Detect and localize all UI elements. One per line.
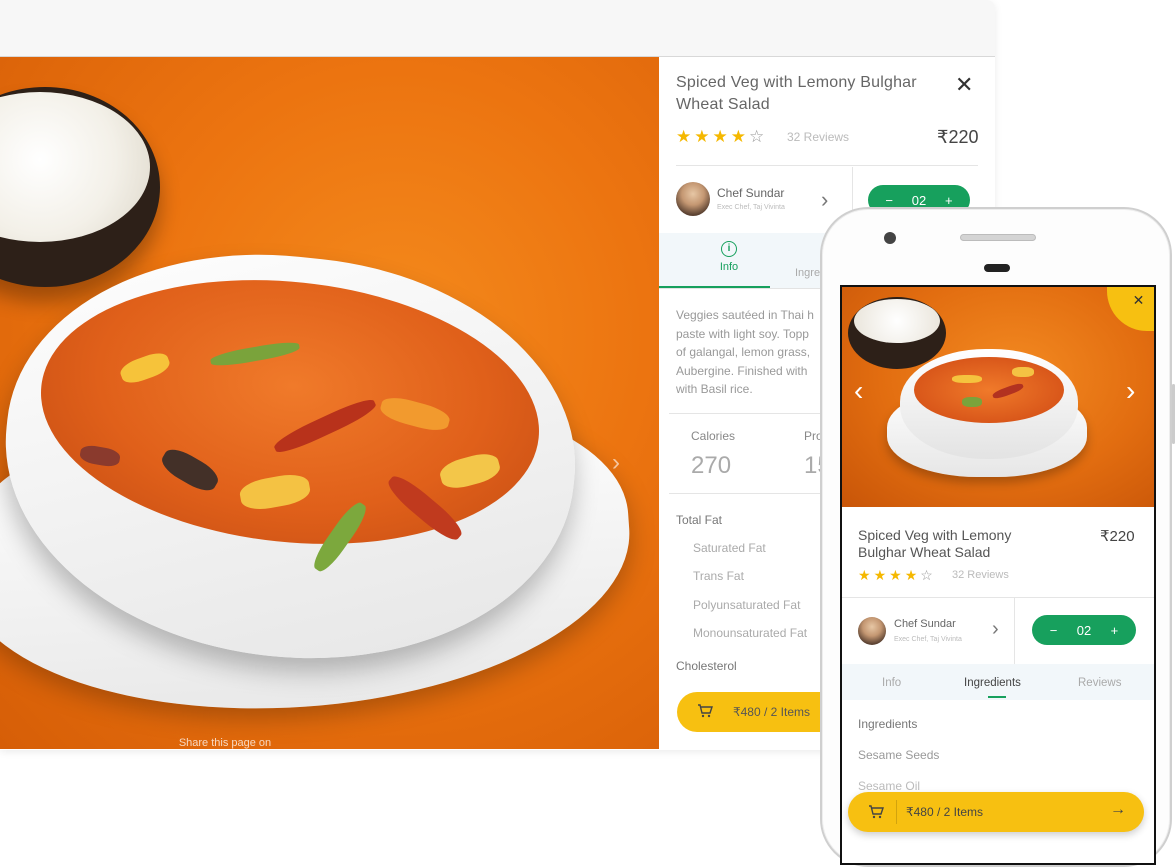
next-image-arrow[interactable]: › bbox=[612, 449, 620, 477]
cart-button[interactable]: ₹480 / 2 Items → bbox=[848, 792, 1144, 832]
ingredients-heading: Ingredients bbox=[858, 717, 918, 731]
phone-device: ✕ ‹ › Spiced Veg with Lemony Bulghar Whe… bbox=[820, 207, 1175, 867]
chef-avatar bbox=[858, 617, 886, 645]
browser-topbar bbox=[0, 0, 995, 57]
cart-summary: ₹480 / 2 Items bbox=[733, 705, 811, 719]
quantity-stepper[interactable]: − 02 + bbox=[1032, 615, 1136, 645]
star-icon: ★ bbox=[676, 127, 695, 146]
cart-summary: ₹480 / 2 Items bbox=[906, 805, 984, 819]
nutrition-trans-fat: Trans Fat bbox=[693, 569, 744, 583]
next-image-arrow[interactable]: › bbox=[1126, 375, 1135, 407]
divider bbox=[676, 165, 978, 166]
nutrition-polyunsaturated-fat: Polyunsaturated Fat bbox=[693, 598, 801, 612]
tab-info[interactable]: Info bbox=[882, 677, 901, 689]
plus-button[interactable]: + bbox=[945, 193, 953, 208]
star-icon: ★ bbox=[904, 567, 921, 583]
reviews-link[interactable]: 32 Reviews bbox=[787, 130, 849, 144]
close-icon[interactable]: ✕ bbox=[955, 72, 973, 98]
tab-info[interactable]: i Info bbox=[704, 241, 754, 273]
nutrition-cholesterol: Cholesterol bbox=[676, 659, 737, 673]
cart-icon bbox=[697, 703, 713, 721]
chevron-right-icon[interactable]: › bbox=[821, 187, 828, 213]
star-icon: ★ bbox=[858, 567, 874, 583]
chef-subtitle: Exec Chef, Taj Vivinta bbox=[717, 204, 785, 211]
divider bbox=[842, 597, 1154, 598]
share-label: Share this page on bbox=[178, 737, 272, 749]
veg-image bbox=[952, 375, 982, 383]
active-tab-indicator bbox=[988, 696, 1006, 698]
dish-title: Spiced Veg with Lemony Bulghar Wheat Sal… bbox=[676, 74, 917, 113]
dish-price: ₹220 bbox=[937, 127, 979, 147]
tab-info-label: Info bbox=[719, 261, 739, 273]
close-icon[interactable]: ✕ bbox=[1107, 287, 1154, 331]
ingredient-item: Sesame Seeds bbox=[858, 748, 940, 762]
nutrition-monounsaturated-fat: Monounsaturated Fat bbox=[693, 626, 808, 640]
dish-title: Spiced Veg with Lemony Bulghar Wheat Sal… bbox=[858, 527, 1012, 560]
reviews-link[interactable]: 32 Reviews bbox=[952, 569, 1009, 581]
star-empty-icon: ☆ bbox=[749, 127, 768, 146]
minus-button[interactable]: − bbox=[1050, 623, 1058, 638]
star-empty-icon: ☆ bbox=[920, 567, 936, 583]
side-button bbox=[1172, 384, 1175, 444]
prev-image-arrow[interactable]: ‹ bbox=[854, 375, 863, 407]
rice-image bbox=[854, 299, 940, 343]
cart-icon bbox=[868, 805, 884, 824]
tab-ingredients[interactable]: Ingre bbox=[795, 267, 820, 279]
veg-image bbox=[1012, 367, 1034, 377]
camera-icon bbox=[884, 232, 896, 244]
rating-stars: ★★★★☆ bbox=[858, 567, 936, 584]
info-icon: i bbox=[721, 241, 737, 257]
nutrition-saturated-fat: Saturated Fat bbox=[693, 541, 766, 555]
rating-stars: ★★★★☆ bbox=[676, 127, 767, 147]
veg-image bbox=[962, 397, 982, 407]
quantity-value: 02 bbox=[1076, 622, 1092, 638]
star-icon: ★ bbox=[873, 567, 890, 583]
phone-screen: ✕ ‹ › Spiced Veg with Lemony Bulghar Whe… bbox=[840, 285, 1156, 865]
nutrition-total-fat: Total Fat bbox=[676, 513, 723, 527]
chevron-right-icon[interactable]: › bbox=[992, 618, 999, 641]
chef-avatar bbox=[676, 182, 710, 216]
star-icon: ★ bbox=[889, 567, 905, 583]
quantity-value: 02 bbox=[911, 192, 927, 208]
minus-button[interactable]: − bbox=[885, 193, 893, 208]
stat-value: 270 bbox=[691, 452, 732, 479]
arrow-right-icon[interactable]: → bbox=[1110, 801, 1126, 819]
stat-label: Calories bbox=[691, 429, 736, 443]
dish-description: Veggies sautéed in Thai h paste with lig… bbox=[676, 308, 814, 396]
active-tab-indicator bbox=[659, 286, 770, 288]
star-icon: ★ bbox=[712, 127, 731, 146]
dish-hero-image: › Share this page on f G+ bbox=[0, 57, 659, 749]
sensor bbox=[984, 264, 1010, 272]
star-icon: ★ bbox=[730, 127, 749, 146]
tab-ingredients[interactable]: Ingredients bbox=[964, 677, 1021, 689]
divider bbox=[1014, 598, 1015, 664]
chef-name[interactable]: Chef Sundar bbox=[894, 618, 956, 630]
star-icon: ★ bbox=[694, 127, 713, 146]
chef-name[interactable]: Chef Sundar bbox=[717, 186, 784, 200]
ingredient-item: Sesame Oil bbox=[858, 779, 921, 793]
curry-image bbox=[914, 357, 1064, 423]
dish-price: ₹220 bbox=[1100, 528, 1135, 545]
chef-subtitle: Exec Chef, Taj Vivinta bbox=[894, 636, 962, 643]
plus-button[interactable]: + bbox=[1111, 623, 1119, 638]
speaker-grille bbox=[960, 234, 1036, 241]
tab-reviews[interactable]: Reviews bbox=[1078, 677, 1121, 689]
divider bbox=[896, 800, 897, 824]
phone-dish-image: ✕ ‹ › bbox=[842, 287, 1154, 507]
